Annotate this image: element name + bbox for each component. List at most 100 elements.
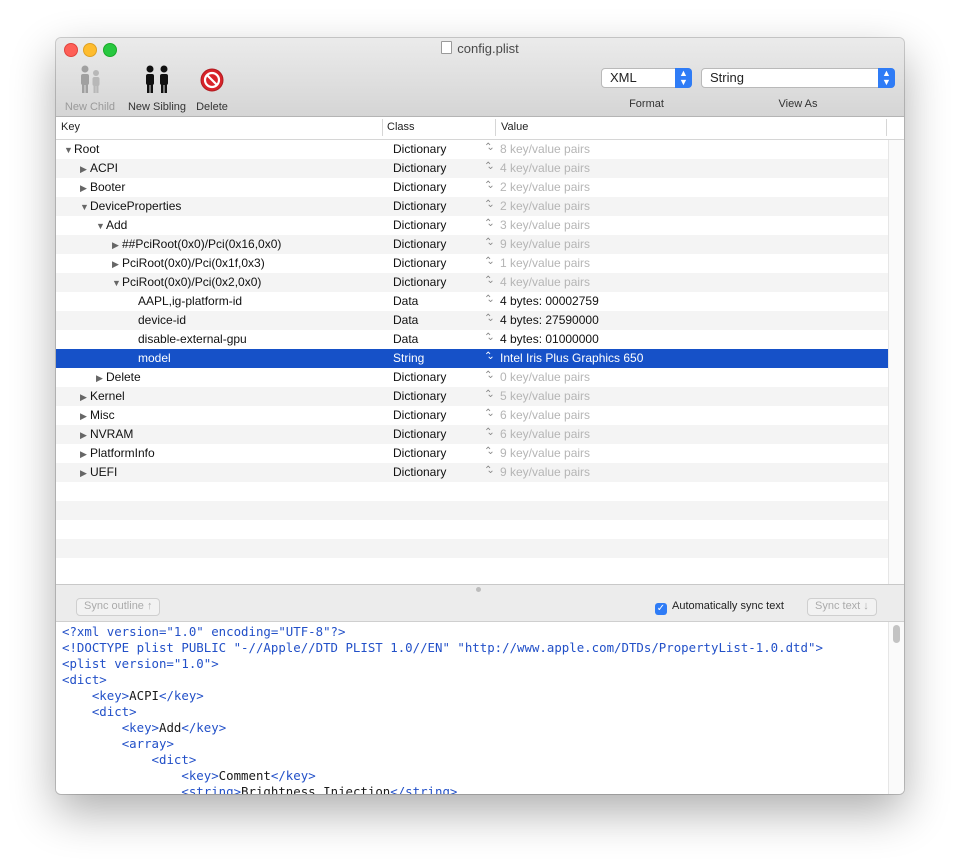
row-class[interactable]: Dictionary <box>393 237 446 251</box>
stepper-icon[interactable]: ⌃⌄ <box>484 142 494 153</box>
outline-row[interactable]: ▶ PciRoot(0x0)/Pci(0x1f,0x3) Dictionary ⌃⌄ 1… <box>56 254 888 273</box>
row-value[interactable]: 1 key/value pairs <box>500 256 590 270</box>
disclosure-closed-icon[interactable]: ▶ <box>96 373 106 384</box>
sync-outline-button[interactable]: Sync outline ↑ <box>76 598 161 616</box>
outline-row[interactable]: ▶ NVRAM Dictionary ⌃⌄ 6 key/value pairs <box>56 425 888 444</box>
row-class[interactable]: Dictionary <box>393 218 446 232</box>
outline-row[interactable]: ▶ Delete Dictionary ⌃⌄ 0 key/value pairs <box>56 368 888 387</box>
row-key[interactable]: ▶ PciRoot(0x0)/Pci(0x1f,0x3) <box>112 256 265 270</box>
row-key[interactable]: ▶ Kernel <box>80 389 125 403</box>
disclosure-open-icon[interactable]: ▼ <box>80 202 90 212</box>
row-value[interactable]: 4 key/value pairs <box>500 161 590 175</box>
sync-text-button[interactable]: Sync text ↓ <box>807 598 877 616</box>
row-class[interactable]: Dictionary <box>393 161 446 175</box>
row-value[interactable]: 2 key/value pairs <box>500 199 590 213</box>
row-value[interactable]: 4 bytes: 27590000 <box>500 313 599 327</box>
row-class[interactable]: Dictionary <box>393 446 446 460</box>
editor-scrollbar[interactable] <box>888 622 904 794</box>
row-value[interactable]: 2 key/value pairs <box>500 180 590 194</box>
row-value[interactable]: 0 key/value pairs <box>500 370 590 384</box>
row-value[interactable]: 4 key/value pairs <box>500 275 590 289</box>
row-key[interactable]: ▶ Misc <box>80 408 115 422</box>
row-key[interactable]: ▼Add <box>96 218 127 232</box>
scrollbar-thumb[interactable] <box>893 625 900 643</box>
row-key[interactable]: ▼DeviceProperties <box>80 199 181 213</box>
row-key[interactable]: model <box>128 351 171 365</box>
view-as-popup[interactable]: String ▲ ▼ <box>701 68 895 88</box>
stepper-icon[interactable]: ⌃⌄ <box>484 294 494 305</box>
column-value[interactable]: Value <box>501 121 528 133</box>
row-key[interactable]: disable-external-gpu <box>128 332 247 346</box>
stepper-icon[interactable]: ⌃⌄ <box>484 256 494 267</box>
auto-sync-checkbox[interactable]: ✓ Automatically sync text <box>655 600 784 615</box>
row-key[interactable]: ▼PciRoot(0x0)/Pci(0x2,0x0) <box>112 275 261 289</box>
row-class[interactable]: Dictionary <box>393 275 446 289</box>
row-class[interactable]: Data <box>393 294 418 308</box>
row-value[interactable]: 9 key/value pairs <box>500 446 590 460</box>
row-class[interactable]: Dictionary <box>393 142 446 156</box>
row-class[interactable]: Dictionary <box>393 370 446 384</box>
row-value[interactable]: 3 key/value pairs <box>500 218 590 232</box>
outline-row[interactable]: ▶ UEFI Dictionary ⌃⌄ 9 key/value pairs <box>56 463 888 482</box>
outline-row[interactable]: ▶ ACPI Dictionary ⌃⌄ 4 key/value pairs <box>56 159 888 178</box>
row-class[interactable]: Dictionary <box>393 465 446 479</box>
outline-row[interactable]: ▶ Misc Dictionary ⌃⌄ 6 key/value pairs <box>56 406 888 425</box>
row-value[interactable]: 4 bytes: 01000000 <box>500 332 599 346</box>
outline-row[interactable]: model String ⌃⌄ Intel Iris Plus Graphics 65… <box>56 349 888 368</box>
new-child-button[interactable]: New Child <box>62 64 118 113</box>
stepper-icon[interactable]: ⌃⌄ <box>484 275 494 286</box>
disclosure-closed-icon[interactable]: ▶ <box>80 430 90 441</box>
row-value[interactable]: 6 key/value pairs <box>500 427 590 441</box>
row-class[interactable]: Data <box>393 332 418 346</box>
row-key[interactable]: ▶ PlatformInfo <box>80 446 155 460</box>
stepper-icon[interactable]: ⌃⌄ <box>484 465 494 476</box>
row-value[interactable]: 8 key/value pairs <box>500 142 590 156</box>
disclosure-open-icon[interactable]: ▼ <box>64 145 74 155</box>
stepper-icon[interactable]: ⌃⌄ <box>484 218 494 229</box>
stepper-icon[interactable]: ⌃⌄ <box>484 446 494 457</box>
row-key[interactable]: AAPL,ig-platform-id <box>128 294 242 308</box>
column-divider[interactable] <box>382 119 383 136</box>
outline-row[interactable]: ▼Root Dictionary ⌃⌄ 8 key/value pairs <box>56 140 888 159</box>
delete-button[interactable]: Delete <box>192 64 232 113</box>
disclosure-closed-icon[interactable]: ▶ <box>80 411 90 422</box>
disclosure-closed-icon[interactable]: ▶ <box>80 449 90 460</box>
row-class[interactable]: Dictionary <box>393 408 446 422</box>
stepper-icon[interactable]: ⌃⌄ <box>484 370 494 381</box>
stepper-icon[interactable]: ⌃⌄ <box>484 351 494 362</box>
row-key[interactable]: ▶ NVRAM <box>80 427 133 441</box>
stepper-icon[interactable]: ⌃⌄ <box>484 313 494 324</box>
row-key[interactable]: ▶ UEFI <box>80 465 117 479</box>
outline-scrollbar[interactable] <box>888 140 904 584</box>
stepper-icon[interactable]: ⌃⌄ <box>484 180 494 191</box>
column-divider[interactable] <box>495 119 496 136</box>
stepper-icon[interactable]: ⌃⌄ <box>484 332 494 343</box>
disclosure-closed-icon[interactable]: ▶ <box>80 392 90 403</box>
stepper-icon[interactable]: ⌃⌄ <box>484 427 494 438</box>
row-class[interactable]: Dictionary <box>393 199 446 213</box>
outline-row[interactable]: ▼Add Dictionary ⌃⌄ 3 key/value pairs <box>56 216 888 235</box>
disclosure-closed-icon[interactable]: ▶ <box>80 468 90 479</box>
xml-code[interactable]: <?xml version="1.0" encoding="UTF-8"?> <!… <box>62 624 823 794</box>
stepper-icon[interactable]: ⌃⌄ <box>484 161 494 172</box>
outline-row[interactable]: device-id Data ⌃⌄ 4 bytes: 27590000 <box>56 311 888 330</box>
outline-row[interactable]: ▼DeviceProperties Dictionary ⌃⌄ 2 key/value… <box>56 197 888 216</box>
row-value[interactable]: Intel Iris Plus Graphics 650 <box>500 351 643 365</box>
disclosure-open-icon[interactable]: ▼ <box>96 221 106 231</box>
disclosure-closed-icon[interactable]: ▶ <box>112 240 122 251</box>
row-class[interactable]: Dictionary <box>393 427 446 441</box>
stepper-icon[interactable]: ⌃⌄ <box>484 408 494 419</box>
outline-row[interactable]: ▼PciRoot(0x0)/Pci(0x2,0x0) Dictionary ⌃⌄ 4 … <box>56 273 888 292</box>
new-sibling-button[interactable]: New Sibling <box>124 64 190 113</box>
row-class[interactable]: Dictionary <box>393 256 446 270</box>
row-key[interactable]: ▶ Delete <box>96 370 141 384</box>
row-value[interactable]: 9 key/value pairs <box>500 465 590 479</box>
column-class[interactable]: Class <box>387 121 415 133</box>
disclosure-open-icon[interactable]: ▼ <box>112 278 122 288</box>
xml-text-editor[interactable]: <?xml version="1.0" encoding="UTF-8"?> <!… <box>56 621 904 794</box>
disclosure-closed-icon[interactable]: ▶ <box>80 183 90 194</box>
row-value[interactable]: 9 key/value pairs <box>500 237 590 251</box>
outline-row[interactable]: ▶ Kernel Dictionary ⌃⌄ 5 key/value pairs <box>56 387 888 406</box>
row-key[interactable]: device-id <box>128 313 186 327</box>
column-divider[interactable] <box>886 119 887 136</box>
